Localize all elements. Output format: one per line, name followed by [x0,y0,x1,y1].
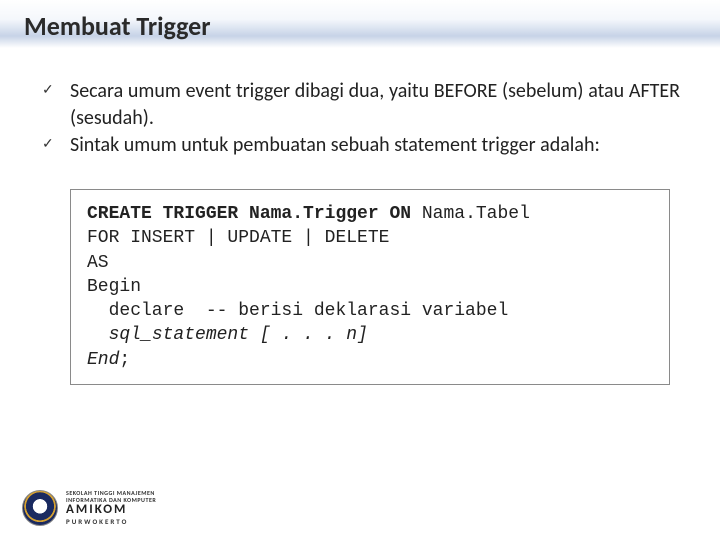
code-line [87,325,109,345]
code-line: End [87,350,119,370]
code-line: Begin [87,277,141,297]
footer-institution: AMIKOM [66,503,156,517]
bullet-item: Secara umum event trigger dibagi dua, ya… [40,78,680,132]
code-line: declare -- berisi deklarasi variabel [87,301,508,321]
code-line: CREATE TRIGGER Nama.Trigger ON [87,204,422,224]
bullet-list: Secara umum event trigger dibagi dua, ya… [40,78,680,159]
code-line: sql_statement [ . . . n] [109,325,368,345]
code-line: Nama.Tabel [422,204,530,224]
university-seal-icon [22,490,58,526]
content-area: Secara umum event trigger dibagi dua, ya… [40,78,680,385]
footer-text: SEKOLAH TINGGI MANAJEMEN INFORMATIKA DAN… [66,490,156,526]
footer-city: PURWOKERTO [66,518,156,526]
code-line: AS [87,253,109,273]
bullet-item: Sintak umum untuk pembuatan sebuah state… [40,132,680,159]
code-line: ; [119,350,130,370]
slide-title: Membuat Trigger [24,10,210,42]
code-block: CREATE TRIGGER Nama.Trigger ON Nama.Tabe… [70,189,670,385]
code-line: FOR INSERT | UPDATE | DELETE [87,228,389,248]
footer-logo-block: SEKOLAH TINGGI MANAJEMEN INFORMATIKA DAN… [22,490,156,526]
